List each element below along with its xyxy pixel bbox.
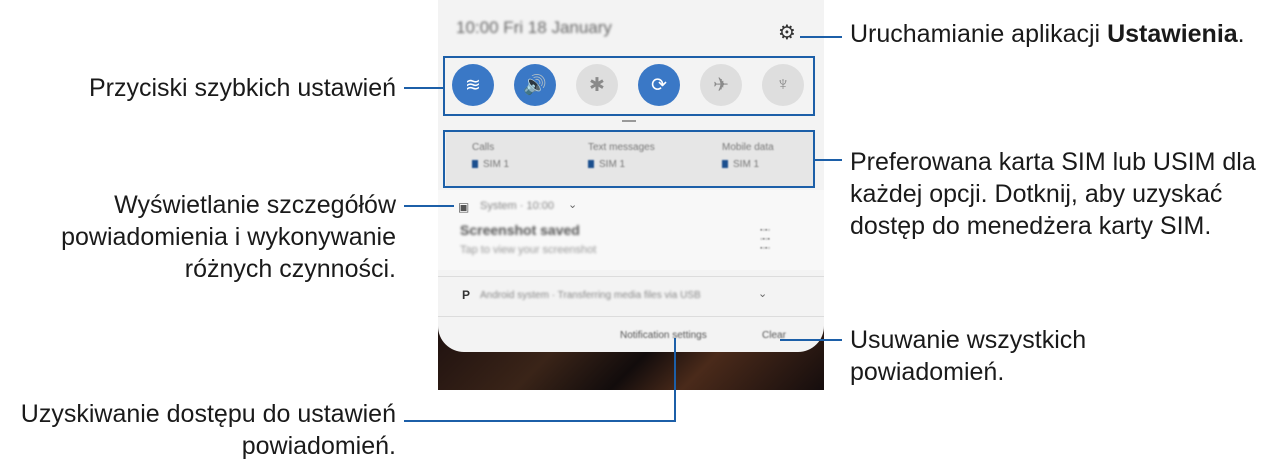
annotation-text: różnych czynności. — [184, 255, 396, 283]
sound-icon[interactable]: 🔊 — [514, 64, 556, 106]
annotation-text: powiadomienia i wykonywanie — [61, 223, 396, 251]
notification-settings-button[interactable]: Notification settings — [620, 330, 707, 341]
sim-preference-card[interactable]: Calls SIM 1 Text messages SIM 1 Mobile d… — [446, 132, 814, 186]
leader-line — [404, 205, 454, 207]
leader-line — [404, 87, 443, 89]
notification-text: Android system · Transferring media file… — [480, 290, 701, 301]
notification-title: Screenshot saved — [460, 222, 580, 238]
annotation-text: dostęp do menedżera karty SIM. — [850, 212, 1212, 240]
sim-card-annotation: Preferowana karta SIM lub USIM dla każde… — [850, 146, 1270, 242]
clear-annotation: Usuwanie wszystkich powiadomień. — [850, 324, 1270, 388]
gear-icon[interactable]: ⚙ — [778, 20, 796, 45]
chevron-down-icon[interactable]: ⌄ — [758, 287, 767, 300]
sim-option-messages[interactable]: Text messages SIM 1 — [588, 142, 655, 170]
screenshot-notification[interactable]: ▣ System · 10:00 ⌄ Screenshot saved Tap … — [438, 190, 824, 270]
sim-option-calls[interactable]: Calls SIM 1 — [472, 142, 509, 170]
annotation-text: każdej opcji. Dotknij, aby uzyskać — [850, 180, 1223, 208]
leader-line — [674, 338, 676, 422]
auto-rotate-icon[interactable]: ⟳ — [638, 64, 680, 106]
annotation-bold-text: Ustawienia — [1107, 20, 1238, 48]
annotation-text: Preferowana karta SIM lub USIM dla — [850, 148, 1256, 176]
notification-panel: 10:00 Fri 18 January ⚙ ≋ 🔊 ✱ ⟳ ✈ ♆ Calls… — [438, 0, 824, 352]
screenshot-thumbnail: ▪▫▪▫ ▫▪▫▪ ▪▫▪▫ — [760, 227, 770, 252]
divider — [438, 276, 824, 277]
leader-line — [780, 339, 842, 341]
usb-notification[interactable]: P Android system · Transferring media fi… — [438, 282, 824, 312]
divider — [438, 316, 824, 317]
leader-line — [404, 420, 676, 422]
android-system-icon: P — [462, 288, 471, 302]
notification-settings-annotation: Uzyskiwanie dostępu do ustawień powiadom… — [0, 398, 396, 462]
panel-drag-handle[interactable] — [622, 120, 636, 122]
annotation-text: Usuwanie wszystkich — [850, 326, 1087, 354]
notification-app: System · 10:00 — [480, 200, 554, 212]
annotation-text: powiadomień. — [241, 432, 396, 460]
wifi-icon[interactable]: ≋ — [452, 64, 494, 106]
leader-line — [800, 36, 842, 38]
annotation-text: Uruchamianie aplikacji — [850, 20, 1108, 48]
phone-screen: 10:00 Fri 18 January ⚙ ≋ 🔊 ✱ ⟳ ✈ ♆ Calls… — [438, 0, 824, 390]
image-icon: ▣ — [458, 200, 470, 214]
annotation-text: powiadomień. — [850, 358, 1005, 386]
flashlight-icon[interactable]: ♆ — [762, 64, 804, 106]
annotation-text: . — [1237, 20, 1245, 48]
sim-option-data[interactable]: Mobile data SIM 1 — [722, 142, 774, 170]
chevron-down-icon[interactable]: ⌄ — [568, 198, 577, 211]
notification-body: Tap to view your screenshot — [460, 244, 597, 256]
annotation-text: Przyciski szybkich ustawień — [88, 74, 396, 102]
airplane-icon[interactable]: ✈ — [700, 64, 742, 106]
quick-settings-row: ≋ 🔊 ✱ ⟳ ✈ ♆ — [450, 60, 810, 112]
leader-line — [815, 159, 842, 161]
annotation-text: Uzyskiwanie dostępu do ustawień — [20, 400, 396, 428]
notification-details-annotation: Wyświetlanie szczegółów powiadomienia i … — [0, 189, 396, 285]
settings-app-annotation: Uruchamianie aplikacji Ustawienia. — [850, 18, 1270, 50]
status-bar-datetime: 10:00 Fri 18 January — [456, 18, 612, 37]
quick-settings-annotation: Przyciski szybkich ustawień — [0, 72, 396, 104]
bluetooth-icon[interactable]: ✱ — [576, 64, 618, 106]
annotation-text: Wyświetlanie szczegółów — [114, 191, 396, 219]
